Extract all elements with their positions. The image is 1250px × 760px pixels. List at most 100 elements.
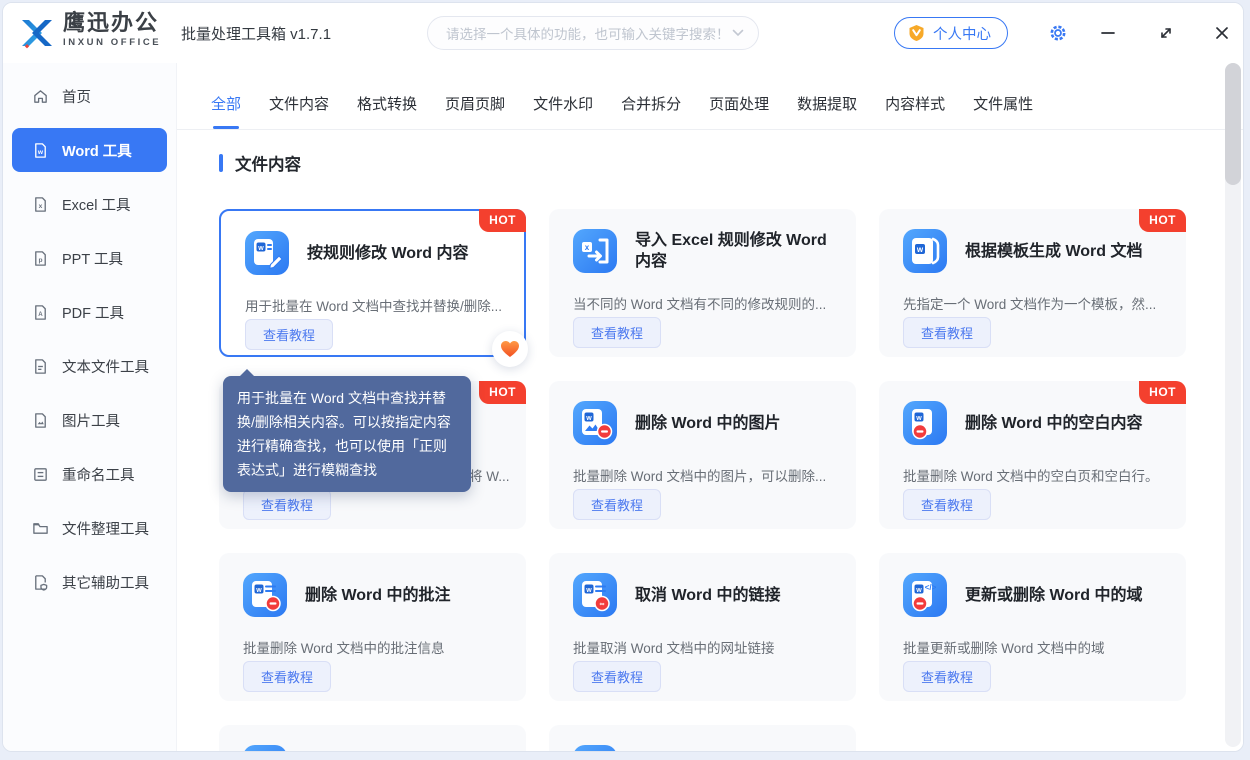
tool-title: 根据模板生成 Word 文档: [965, 229, 1172, 273]
folder-icon: [32, 520, 49, 537]
ppt-doc-icon: p: [32, 250, 49, 267]
sidebar-item-label: Word 工具: [62, 140, 132, 161]
category-tabs: 全部 文件内容 格式转换 页眉页脚 文件水印 合并拆分 页面处理 数据提取 内容…: [211, 93, 1033, 129]
tutorial-button[interactable]: 查看教程: [573, 661, 661, 692]
section-accent-bar: [219, 154, 223, 172]
function-search-select[interactable]: 请选择一个具体的功能，也可输入关键字搜索！: [427, 16, 759, 50]
sidebar: 首页 w Word 工具 x Excel 工具 p PPT 工具 A PDF 工…: [3, 63, 177, 751]
sidebar-item-label: Excel 工具: [62, 194, 131, 215]
svg-text:x: x: [585, 243, 590, 252]
brand-name: 鹰迅办公: [63, 12, 161, 34]
tab-format-convert[interactable]: 格式转换: [357, 93, 417, 129]
tutorial-button[interactable]: 查看教程: [245, 319, 333, 350]
tabs-divider: [177, 129, 1243, 130]
maximize-button[interactable]: [1152, 19, 1180, 47]
svg-text:w: w: [37, 148, 44, 155]
tool-description: 当不同的 Word 文档有不同的修改规则的...: [573, 293, 844, 313]
favorite-button[interactable]: [492, 331, 528, 367]
tutorial-button[interactable]: 查看教程: [243, 661, 331, 692]
sidebar-item-label: 其它辅助工具: [62, 572, 149, 593]
sidebar-item-text-file-tools[interactable]: 文本文件工具: [3, 339, 176, 393]
sidebar-item-label: 重命名工具: [62, 464, 135, 485]
tab-header-footer[interactable]: 页眉页脚: [445, 93, 505, 129]
svg-text:p: p: [38, 256, 42, 263]
tutorial-button[interactable]: 查看教程: [573, 317, 661, 348]
tool-description: 批量删除 Word 文档中的图片，可以删除...: [573, 465, 844, 485]
tab-file-content[interactable]: 文件内容: [269, 93, 329, 129]
svg-text:A: A: [38, 310, 43, 317]
tutorial-button[interactable]: 查看教程: [903, 661, 991, 692]
tool-card-partial[interactable]: [219, 725, 526, 752]
tab-watermark[interactable]: 文件水印: [533, 93, 593, 129]
hot-badge: HOT: [1139, 209, 1186, 232]
tool-card-delete-word-comments[interactable]: w 删除 Word 中的批注 批量删除 Word 文档中的批注信息 查看教程: [219, 553, 526, 701]
tool-description-fragment: 将 W...: [469, 465, 510, 485]
hot-badge: HOT: [1139, 381, 1186, 404]
tool-description: 批量取消 Word 文档中的网址链接: [573, 637, 844, 657]
sidebar-item-label: PDF 工具: [62, 302, 124, 323]
minimize-button[interactable]: [1094, 19, 1122, 47]
tool-description: 批量更新或删除 Word 文档中的域: [903, 637, 1174, 657]
tool-card-import-excel-rules[interactable]: x 导入 Excel 规则修改 Word 内容 当不同的 Word 文档有不同的…: [549, 209, 856, 357]
tab-content-style[interactable]: 内容样式: [885, 93, 945, 129]
chevron-down-icon: [732, 29, 744, 37]
sidebar-item-home[interactable]: 首页: [3, 69, 176, 123]
close-button[interactable]: [1208, 19, 1236, 47]
close-icon: [1214, 25, 1230, 41]
sidebar-item-pdf-tools[interactable]: A PDF 工具: [3, 285, 176, 339]
tutorial-button[interactable]: 查看教程: [903, 317, 991, 348]
user-center-button[interactable]: 个人中心: [894, 17, 1008, 49]
tutorial-button[interactable]: 查看教程: [903, 489, 991, 520]
tool-card-update-delete-word-fields[interactable]: w </> 更新或删除 Word 中的域 批量更新或删除 Word 文档中的域 …: [879, 553, 1186, 701]
tutorial-button[interactable]: 查看教程: [573, 489, 661, 520]
auxiliary-doc-icon: [32, 574, 49, 591]
tab-file-attr[interactable]: 文件属性: [973, 93, 1033, 129]
sidebar-item-other-auxiliary-tools[interactable]: 其它辅助工具: [3, 555, 176, 609]
tool-description-tooltip: 用于批量在 Word 文档中查找并替换/删除相关内容。可以按指定内容进行精确查找…: [223, 376, 471, 492]
tool-card-modify-word-by-rule[interactable]: w 按规则修改 Word 内容 用于批量在 Word 文档中查找并替换/删除..…: [219, 209, 526, 357]
search-placeholder: 请选择一个具体的功能，也可输入关键字搜索！: [446, 23, 732, 43]
sidebar-item-label: 文本文件工具: [62, 356, 149, 377]
tool-title: 删除 Word 中的图片: [635, 401, 842, 445]
sidebar-item-ppt-tools[interactable]: p PPT 工具: [3, 231, 176, 285]
tool-card-delete-word-blank-content[interactable]: w 删除 Word 中的空白内容 批量删除 Word 文档中的空白页和空白行。 …: [879, 381, 1186, 529]
tab-data-extract[interactable]: 数据提取: [797, 93, 857, 129]
tool-card-partial[interactable]: [549, 725, 856, 752]
tool-card-delete-word-images[interactable]: w 删除 Word 中的图片 批量删除 Word 文档中的图片，可以删除... …: [549, 381, 856, 529]
svg-text:w: w: [257, 245, 264, 252]
tab-merge-split[interactable]: 合并拆分: [621, 93, 681, 129]
word-image-delete-tool-icon: w: [573, 401, 617, 445]
topbar: 鹰迅办公 INXUN OFFICE 批量处理工具箱 v1.7.1 请选择一个具体…: [3, 3, 1243, 63]
sidebar-item-excel-tools[interactable]: x Excel 工具: [3, 177, 176, 231]
tool-title: 删除 Word 中的空白内容: [965, 401, 1172, 445]
tutorial-button[interactable]: 查看教程: [243, 489, 331, 520]
rename-icon: [32, 466, 49, 483]
section-title: 文件内容: [235, 151, 301, 175]
word-link-remove-tool-icon: w ∞: [573, 573, 617, 617]
tool-card-remove-word-links[interactable]: w ∞ 取消 Word 中的链接 批量取消 Word 文档中的网址链接 查看教程: [549, 553, 856, 701]
tool-title: 删除 Word 中的批注: [305, 573, 512, 617]
settings-button[interactable]: [1044, 19, 1072, 47]
vertical-scrollbar-thumb[interactable]: [1225, 63, 1241, 185]
tool-card-generate-word-from-template[interactable]: w 根据模板生成 Word 文档 先指定一个 Word 文档作为一个模板，然..…: [879, 209, 1186, 357]
word-comment-delete-tool-icon: w: [243, 573, 287, 617]
tool-title: 取消 Word 中的链接: [635, 573, 842, 617]
hot-badge: HOT: [479, 209, 526, 232]
app-title: 批量处理工具箱 v1.7.1: [181, 3, 331, 63]
brand: 鹰迅办公 INXUN OFFICE: [63, 12, 161, 48]
tab-page-process[interactable]: 页面处理: [709, 93, 769, 129]
tool-description: 先指定一个 Word 文档作为一个模板，然...: [903, 293, 1174, 313]
sidebar-item-label: 图片工具: [62, 410, 120, 431]
sidebar-item-label: 首页: [62, 86, 91, 107]
sidebar-item-file-organize-tools[interactable]: 文件整理工具: [3, 501, 176, 555]
sidebar-item-word-tools[interactable]: w Word 工具: [12, 128, 167, 172]
svg-text:x: x: [39, 202, 43, 209]
sidebar-item-rename-tools[interactable]: 重命名工具: [3, 447, 176, 501]
sidebar-item-image-tools[interactable]: 图片工具: [3, 393, 176, 447]
tab-all[interactable]: 全部: [211, 93, 241, 129]
word-edit-tool-icon: w: [245, 231, 289, 275]
excel-doc-icon: x: [32, 196, 49, 213]
tool-title: 导入 Excel 规则修改 Word 内容: [635, 229, 842, 273]
vertical-scrollbar-track[interactable]: [1225, 63, 1241, 747]
section-header: 文件内容: [219, 151, 301, 175]
